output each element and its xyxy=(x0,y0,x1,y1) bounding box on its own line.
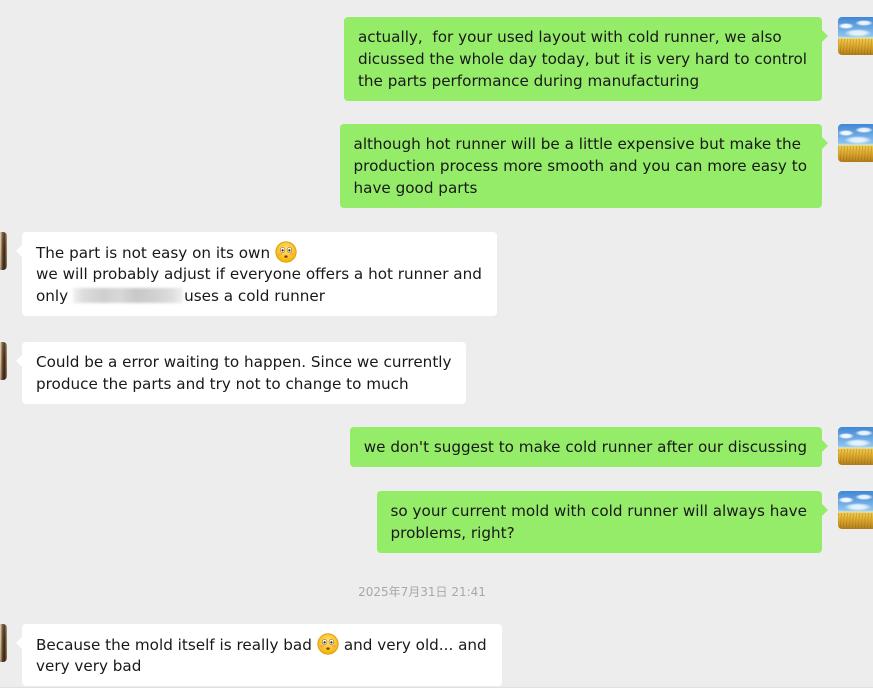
message-text-line: have good parts xyxy=(353,179,478,197)
contact-avatar[interactable] xyxy=(0,232,7,270)
my-avatar[interactable] xyxy=(838,17,873,55)
message-text-line: although hot runner will be a little exp… xyxy=(353,135,801,153)
message-text: uses a cold runner xyxy=(184,287,325,305)
message-text-line: we will probably adjust if everyone offe… xyxy=(36,265,482,283)
message-text-line: the parts performance during manufacturi… xyxy=(357,72,700,90)
outgoing-message-bubble[interactable]: actually, for your used layout with cold… xyxy=(343,17,829,101)
wheat-field-avatar-icon xyxy=(838,17,873,55)
message-text-line: only uses a cold runner xyxy=(36,285,482,307)
time-divider: 2025年7月31日 21:41 xyxy=(358,585,486,599)
message-text-line: actually, for your used layout with cold… xyxy=(357,28,782,46)
wheat-field-avatar-icon xyxy=(838,124,873,162)
message-text-line: problems, right? xyxy=(390,524,515,542)
message-text: only xyxy=(36,287,69,305)
flushed-face-icon xyxy=(317,633,339,655)
chat-message-area[interactable]: actually, for your used layout with cold… xyxy=(0,0,873,688)
incoming-message-bubble[interactable]: Because the mold itself is really bad and… xyxy=(16,624,502,686)
message-row: although hot runner will be a little exp… xyxy=(0,124,873,208)
my-avatar[interactable] xyxy=(838,491,873,529)
message-row: actually, for your used layout with cold… xyxy=(0,17,873,101)
contact-avatar[interactable] xyxy=(0,342,7,380)
outgoing-message-bubble[interactable]: so your current mold with cold runner wi… xyxy=(376,491,829,553)
wheat-field-avatar-icon xyxy=(838,491,873,529)
message-text: Because the mold itself is really bad xyxy=(36,636,312,654)
message-row: Because the mold itself is really bad and… xyxy=(0,624,873,686)
outgoing-message-bubble[interactable]: we don't suggest to make cold runner aft… xyxy=(349,427,829,467)
wheat-field-avatar-icon xyxy=(838,427,873,465)
contact-avatar-icon xyxy=(0,624,7,662)
message-text-line: so your current mold with cold runner wi… xyxy=(390,502,807,520)
message-text-line: produce the parts and try not to change … xyxy=(36,375,409,393)
my-avatar[interactable] xyxy=(838,427,873,465)
message-row: so your current mold with cold runner wi… xyxy=(0,491,873,553)
incoming-message-bubble[interactable]: The part is not easy on its own we will … xyxy=(16,232,497,316)
message-text-line: we don't suggest to make cold runner aft… xyxy=(363,438,807,456)
message-row: The part is not easy on its own we will … xyxy=(0,232,873,316)
message-text-line: very very bad xyxy=(36,657,142,675)
message-row: we don't suggest to make cold runner aft… xyxy=(0,427,873,467)
contact-avatar-icon xyxy=(0,232,7,270)
message-text-line: production process more smooth and you c… xyxy=(353,157,807,175)
message-text-line: Because the mold itself is really bad and… xyxy=(36,633,487,655)
contact-avatar-icon xyxy=(0,342,7,380)
redacted-text-blur xyxy=(73,288,184,303)
message-text: and very old... and xyxy=(343,636,487,654)
outgoing-message-bubble[interactable]: although hot runner will be a little exp… xyxy=(339,124,829,208)
message-row: Could be a error waiting to happen. Sinc… xyxy=(0,342,873,404)
incoming-message-bubble[interactable]: Could be a error waiting to happen. Sinc… xyxy=(15,342,467,404)
message-text-line: Could be a error waiting to happen. Sinc… xyxy=(36,353,452,371)
message-text-line: dicussed the whole day today, but it is … xyxy=(357,50,807,68)
my-avatar[interactable] xyxy=(838,124,873,162)
message-text-line: The part is not easy on its own xyxy=(36,241,482,263)
contact-avatar[interactable] xyxy=(0,624,7,662)
message-text: The part is not easy on its own xyxy=(36,244,271,262)
flushed-face-icon xyxy=(275,241,297,263)
